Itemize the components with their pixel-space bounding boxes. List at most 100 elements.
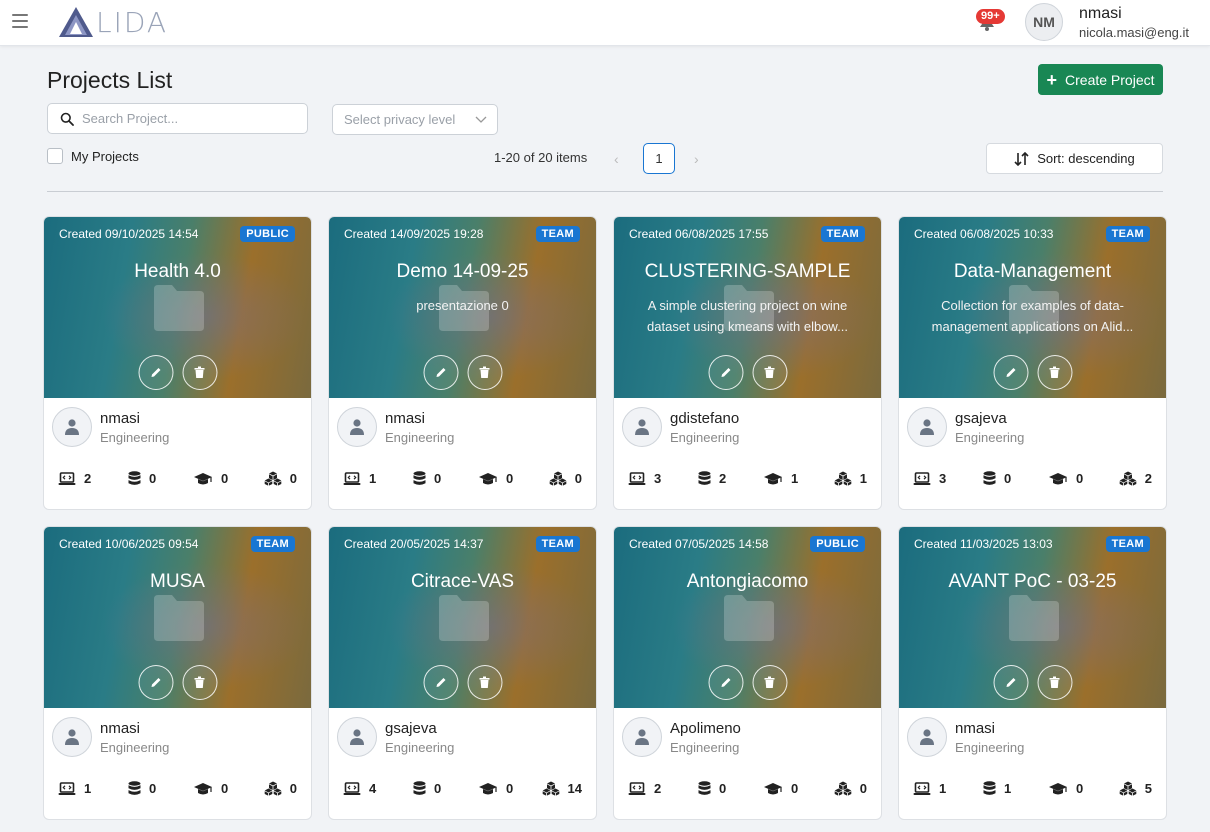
- notebooks-count: 1: [939, 781, 947, 796]
- models-stat: 0: [193, 471, 228, 486]
- notebooks-count: 3: [654, 471, 662, 486]
- project-card[interactable]: Created 10/06/2025 09:54 TEAM MUSA nmasi…: [43, 526, 312, 820]
- models-count: 0: [791, 781, 799, 796]
- owner-section: nmasi Engineering: [52, 717, 169, 757]
- pagination-page-button[interactable]: 1: [643, 143, 675, 174]
- edit-button[interactable]: [993, 355, 1028, 390]
- owner-avatar: [52, 717, 92, 757]
- privacy-badge: TEAM: [250, 536, 295, 552]
- card-stats: 1 0 0 0: [343, 471, 582, 491]
- services-count: 0: [289, 471, 297, 486]
- project-card[interactable]: Created 09/10/2025 14:54 PUBLIC Health 4…: [43, 216, 312, 510]
- card-actions: [138, 355, 217, 390]
- services-count: 0: [859, 781, 867, 796]
- owner-department: Engineering: [955, 429, 1025, 445]
- search-input[interactable]: [82, 111, 292, 126]
- notebooks-count: 1: [369, 471, 377, 486]
- services-stat: 5: [1119, 781, 1152, 796]
- delete-button[interactable]: [182, 355, 217, 390]
- app-logo[interactable]: LIDA: [58, 5, 168, 39]
- owner-avatar: [907, 407, 947, 447]
- laptop-code-icon: [343, 471, 361, 485]
- services-stat: 0: [834, 781, 867, 796]
- privacy-badge: TEAM: [820, 226, 865, 242]
- card-hero: Created 06/08/2025 10:33 TEAM Data-Manag…: [899, 217, 1166, 398]
- database-icon: [413, 781, 426, 795]
- owner-name: gsajeva: [955, 409, 1007, 427]
- project-card[interactable]: Created 06/08/2025 17:55 TEAM CLUSTERING…: [613, 216, 882, 510]
- owner-department: Engineering: [670, 429, 740, 445]
- created-date: Created 09/10/2025 14:54: [59, 227, 199, 241]
- privacy-badge: TEAM: [535, 536, 580, 552]
- trash-icon: [764, 676, 775, 688]
- services-count: 1: [859, 471, 867, 486]
- services-stat: 14: [542, 781, 582, 796]
- project-card[interactable]: Created 14/09/2025 19:28 TEAM Demo 14-09…: [328, 216, 597, 510]
- divider: [47, 191, 1163, 192]
- delete-button[interactable]: [467, 355, 502, 390]
- my-projects-filter[interactable]: My Projects: [47, 148, 139, 164]
- pagination-prev-icon[interactable]: ‹: [614, 151, 619, 167]
- datasets-stat: 2: [698, 471, 726, 486]
- project-card[interactable]: Created 07/05/2025 14:58 PUBLIC Antongia…: [613, 526, 882, 820]
- cubes-icon: [542, 781, 559, 796]
- edit-button[interactable]: [708, 355, 743, 390]
- owner-avatar: [907, 717, 947, 757]
- delete-button[interactable]: [182, 665, 217, 700]
- card-actions: [708, 355, 787, 390]
- user-avatar[interactable]: NM: [1025, 3, 1063, 41]
- user-email: nicola.masi@eng.it: [1079, 25, 1190, 40]
- delete-button[interactable]: [752, 355, 787, 390]
- create-project-button[interactable]: + Create Project: [1038, 64, 1163, 95]
- user-name: nmasi: [1079, 5, 1122, 22]
- person-icon: [350, 729, 364, 745]
- trash-icon: [479, 676, 490, 688]
- models-stat: 0: [478, 471, 513, 486]
- graduation-cap-icon: [479, 782, 497, 794]
- edit-button[interactable]: [708, 665, 743, 700]
- notebooks-count: 2: [654, 781, 662, 796]
- pagination-next-icon[interactable]: ›: [694, 151, 699, 167]
- cubes-icon: [834, 471, 852, 486]
- database-icon: [413, 471, 426, 485]
- pencil-icon: [436, 678, 445, 687]
- notebooks-count: 2: [84, 471, 92, 486]
- cubes-icon: [834, 781, 852, 796]
- models-count: 0: [221, 781, 229, 796]
- card-actions: [138, 665, 217, 700]
- edit-button[interactable]: [423, 665, 458, 700]
- delete-button[interactable]: [467, 665, 502, 700]
- card-hero: Created 07/05/2025 14:58 PUBLIC Antongia…: [614, 527, 881, 708]
- edit-button[interactable]: [993, 665, 1028, 700]
- project-card[interactable]: Created 06/08/2025 10:33 TEAM Data-Manag…: [898, 216, 1167, 510]
- person-icon: [920, 729, 934, 745]
- search-icon: [60, 112, 74, 126]
- notebooks-stat: 1: [343, 471, 376, 486]
- card-stats: 3 2 1 1: [628, 471, 867, 491]
- person-icon: [920, 419, 934, 435]
- graduation-cap-icon: [479, 472, 497, 484]
- owner-section: nmasi Engineering: [907, 717, 1024, 757]
- privacy-level-select[interactable]: Select privacy level: [332, 104, 498, 135]
- datasets-stat: 0: [128, 471, 156, 486]
- delete-button[interactable]: [752, 665, 787, 700]
- sort-button[interactable]: Sort: descending: [986, 143, 1163, 174]
- folder-icon: [723, 595, 774, 641]
- notebooks-stat: 3: [628, 471, 661, 486]
- edit-button[interactable]: [423, 355, 458, 390]
- owner-avatar: [337, 717, 377, 757]
- search-box: [47, 103, 308, 134]
- edit-button[interactable]: [138, 355, 173, 390]
- project-card[interactable]: Created 11/03/2025 13:03 TEAM AVANT PoC …: [898, 526, 1167, 820]
- owner-name: nmasi: [955, 719, 996, 737]
- edit-button[interactable]: [138, 665, 173, 700]
- delete-button[interactable]: [1037, 355, 1072, 390]
- menu-icon[interactable]: [12, 14, 28, 28]
- project-card[interactable]: Created 20/05/2025 14:37 TEAM Citrace-VA…: [328, 526, 597, 820]
- delete-button[interactable]: [1037, 665, 1072, 700]
- folder-icon: [153, 285, 204, 331]
- my-projects-checkbox[interactable]: [47, 148, 63, 164]
- created-date: Created 07/05/2025 14:58: [629, 537, 769, 551]
- datasets-count: 1: [1004, 781, 1012, 796]
- card-actions: [708, 665, 787, 700]
